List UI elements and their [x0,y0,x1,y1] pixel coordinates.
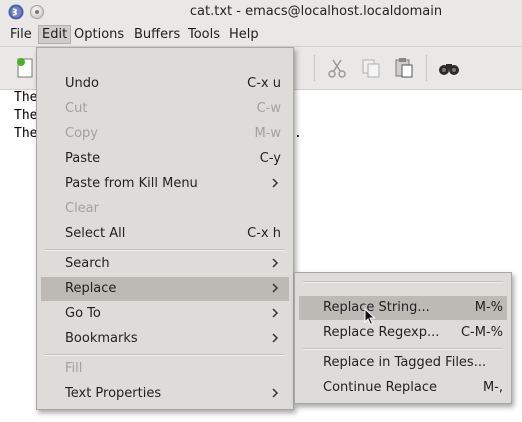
menu-item-replace-in-tagged-files[interactable]: Replace in Tagged Files... [299,351,507,375]
new-file-icon[interactable] [14,57,36,79]
menu-item-label: Select All [65,226,126,241]
menu-item-search[interactable]: Search [41,252,289,276]
menu-item-label: Cut [65,101,88,116]
menu-item-bookmarks[interactable]: Bookmarks [41,327,289,351]
menu-tools[interactable]: Tools [188,27,220,42]
editor-line: The [14,108,38,123]
menu-item-shortcut: M-% [474,300,503,315]
menu-item-text-properties[interactable]: Text Properties [41,382,289,406]
toolbar-separator [426,55,427,81]
menu-item-label: Replace [65,281,117,296]
cut-icon[interactable] [326,57,348,79]
menu-separator [45,354,285,356]
menu-item-label: Continue Replace [323,380,438,395]
menu-item-go-to[interactable]: Go To [41,302,289,326]
menu-item-shortcut: C-x h [247,226,281,241]
menu-item-shortcut: C-w [256,101,281,116]
menu-item-label: Replace Regexp... [323,325,440,340]
menu-separator [303,348,503,350]
title-bar: cat.txt - emacs@localhost.localdomain [0,0,522,24]
menu-item-label: Bookmarks [65,331,138,346]
menu-bar: File Edit Options Buffers Tools Help [0,24,522,47]
copy-icon[interactable] [360,57,382,79]
menu-item-label: Go To [65,306,101,321]
editor-line: The [14,126,38,141]
menu-item-label: Replace in Tagged Files... [323,355,487,370]
mouse-cursor-icon [364,308,376,326]
submenu-arrow-icon [272,178,279,188]
toolbar-separator [314,55,315,81]
menu-item-paste-from-kill-menu[interactable]: Paste from Kill Menu [41,172,289,196]
menu-options[interactable]: Options [74,27,124,42]
menu-file[interactable]: File [10,27,32,42]
menu-item-replace-regexp[interactable]: Replace Regexp... C-M-% [299,321,507,345]
editor-line: The [14,90,38,105]
menu-buffers[interactable]: Buffers [134,27,180,42]
paste-icon[interactable] [393,57,415,79]
submenu-arrow-icon [272,333,279,343]
menu-item-label: Undo [65,76,99,91]
menu-item-label: Replace String... [323,300,430,315]
menu-item-shortcut: M-w [254,126,281,141]
menu-item-undo[interactable]: Undo C-x u [41,72,289,96]
search-binoculars-icon[interactable] [438,57,460,79]
menu-item-clear: Clear [41,197,289,221]
menu-item-shortcut: C-y [259,151,281,166]
menu-item-replace-string[interactable]: Replace String... M-% [299,296,507,320]
submenu-arrow-icon [272,283,279,293]
menu-item-shortcut: C-M-% [460,325,503,340]
menu-item-select-all[interactable]: Select All C-x h [41,222,289,246]
menu-item-paste[interactable]: Paste C-y [41,147,289,171]
menu-item-cut: Cut C-w [41,97,289,121]
submenu-arrow-icon [272,308,279,318]
editor-trailing-text: . [294,126,302,141]
menu-item-label: Paste [65,151,101,166]
menu-edit[interactable]: Edit [38,25,72,44]
edit-menu: Undo C-x u Cut C-w Copy M-w Paste C-y Pa… [36,47,294,410]
menu-help[interactable]: Help [229,27,259,42]
menu-item-shortcut: M-, [482,380,503,395]
menu-item-copy: Copy M-w [41,122,289,146]
menu-item-label: Paste from Kill Menu [65,176,198,191]
menu-item-label: Fill [65,361,83,376]
replace-submenu: Replace String... M-% Replace Regexp... … [294,272,512,404]
window-title: cat.txt - emacs@localhost.localdomain [189,4,443,19]
submenu-arrow-icon [272,258,279,268]
menu-item-label: Text Properties [65,386,162,401]
menu-item-shortcut: C-x u [247,76,281,91]
menu-separator [45,249,285,251]
menu-item-continue-replace[interactable]: Continue Replace M-, [299,376,507,400]
menu-item-label: Copy [65,126,98,141]
menu-item-replace[interactable]: Replace [41,277,289,301]
menu-separator [303,281,503,283]
menu-item-fill: Fill [41,357,289,381]
submenu-arrow-icon [272,388,279,398]
menu-item-label: Clear [65,201,99,216]
menu-item-label: Search [65,256,110,271]
